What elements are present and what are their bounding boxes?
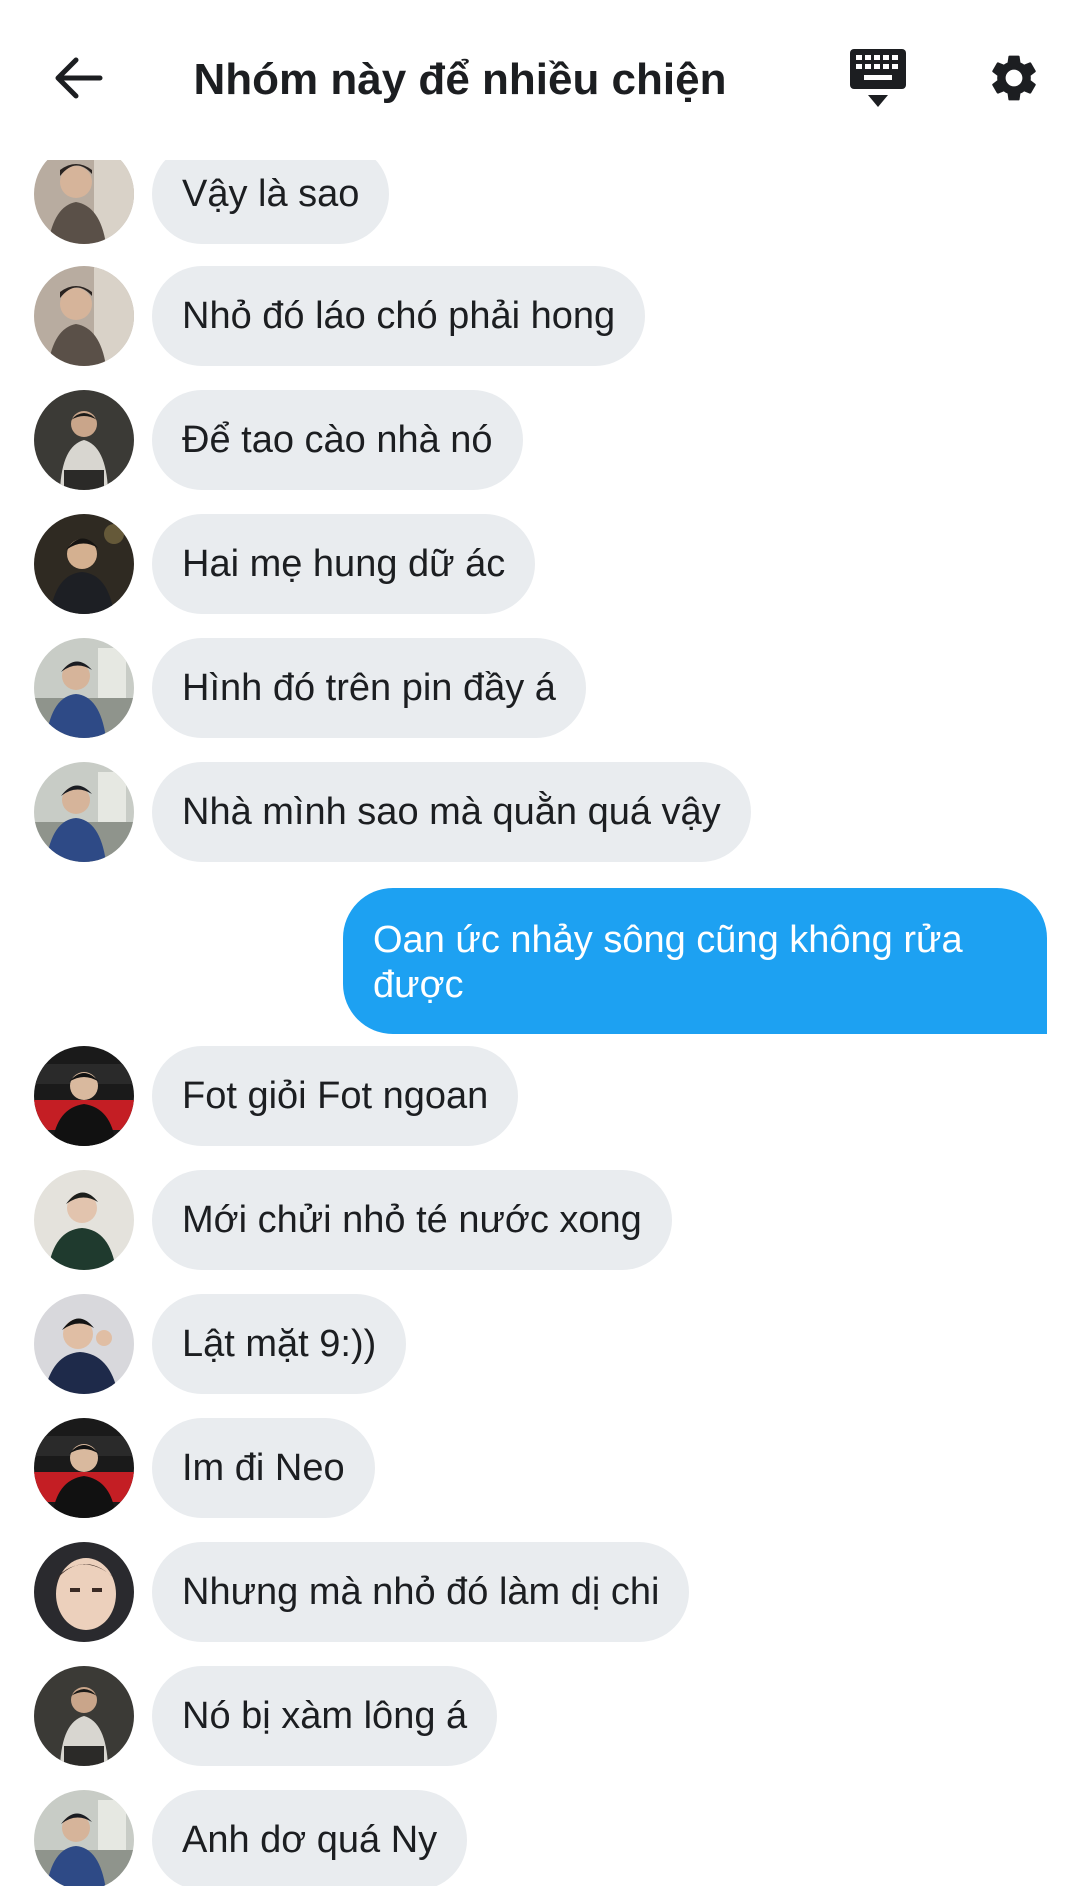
message-row: Fot giỏi Fot ngoan <box>0 1046 1080 1146</box>
message-thread[interactable]: Vậy là sao Nhỏ đó láo chó phải hong Để t… <box>0 0 1080 1892</box>
avatar[interactable] <box>34 1046 134 1146</box>
settings-button[interactable] <box>978 44 1050 116</box>
message-row: Để tao cào nhà nó <box>0 390 1080 490</box>
gear-icon <box>986 50 1042 111</box>
message-row: Mới chửi nhỏ té nước xong <box>0 1170 1080 1270</box>
message-row: Im đi Neo <box>0 1418 1080 1518</box>
back-button[interactable] <box>42 48 114 112</box>
incoming-message-bubble[interactable]: Nó bị xàm lông á <box>152 1666 498 1766</box>
message-row: Anh dơ quá Ny <box>0 1790 1080 1890</box>
message-row: Nó bị xàm lông á <box>0 1666 1080 1766</box>
message-row: Nhưng mà nhỏ đó làm dị chi <box>0 1542 1080 1642</box>
avatar[interactable] <box>34 514 134 614</box>
incoming-message-bubble[interactable]: Hình đó trên pin đầy á <box>152 638 586 738</box>
incoming-message-bubble[interactable]: Nhà mình sao mà quằn quá vậy <box>152 762 751 862</box>
avatar[interactable] <box>34 638 134 738</box>
message-row: Hình đó trên pin đầy á <box>0 638 1080 738</box>
incoming-message-bubble[interactable]: Lật mặt 9:)) <box>152 1294 407 1394</box>
incoming-message-bubble[interactable]: Fot giỏi Fot ngoan <box>152 1046 519 1146</box>
avatar[interactable] <box>34 390 134 490</box>
keyboard-icon <box>848 47 908 114</box>
message-row: Hai mẹ hung dữ ác <box>0 514 1080 614</box>
message-row: Nhỏ đó láo chó phải hong <box>0 266 1080 366</box>
avatar[interactable] <box>34 1294 134 1394</box>
incoming-message-bubble[interactable]: Nhỏ đó láo chó phải hong <box>152 266 646 366</box>
avatar[interactable] <box>34 1542 134 1642</box>
bottom-edge <box>0 1886 1080 1892</box>
incoming-message-bubble[interactable]: Để tao cào nhà nó <box>152 390 523 490</box>
incoming-message-bubble[interactable]: Hai mẹ hung dữ ác <box>152 514 536 614</box>
incoming-message-bubble[interactable]: Anh dơ quá Ny <box>152 1790 468 1890</box>
avatar[interactable] <box>34 266 134 366</box>
incoming-message-bubble[interactable]: Im đi Neo <box>152 1418 375 1518</box>
avatar[interactable] <box>34 1170 134 1270</box>
arrow-left-icon <box>52 54 104 107</box>
message-row: Lật mặt 9:)) <box>0 1294 1080 1394</box>
message-row: Nhà mình sao mà quằn quá vậy <box>0 762 1080 862</box>
incoming-message-bubble[interactable]: Mới chửi nhỏ té nước xong <box>152 1170 672 1270</box>
keyboard-button[interactable] <box>840 44 916 116</box>
avatar[interactable] <box>34 1790 134 1890</box>
page-title: Nhóm này để nhiều chiện <box>193 55 727 104</box>
app-header: Nhóm này để nhiều chiện <box>0 0 1080 160</box>
outgoing-message-bubble[interactable]: Oan ức nhảy sông cũng không rửa được <box>343 888 1047 1034</box>
avatar[interactable] <box>34 762 134 862</box>
incoming-message-bubble[interactable]: Nhưng mà nhỏ đó làm dị chi <box>152 1542 690 1642</box>
avatar[interactable] <box>34 1666 134 1766</box>
avatar[interactable] <box>34 1418 134 1518</box>
